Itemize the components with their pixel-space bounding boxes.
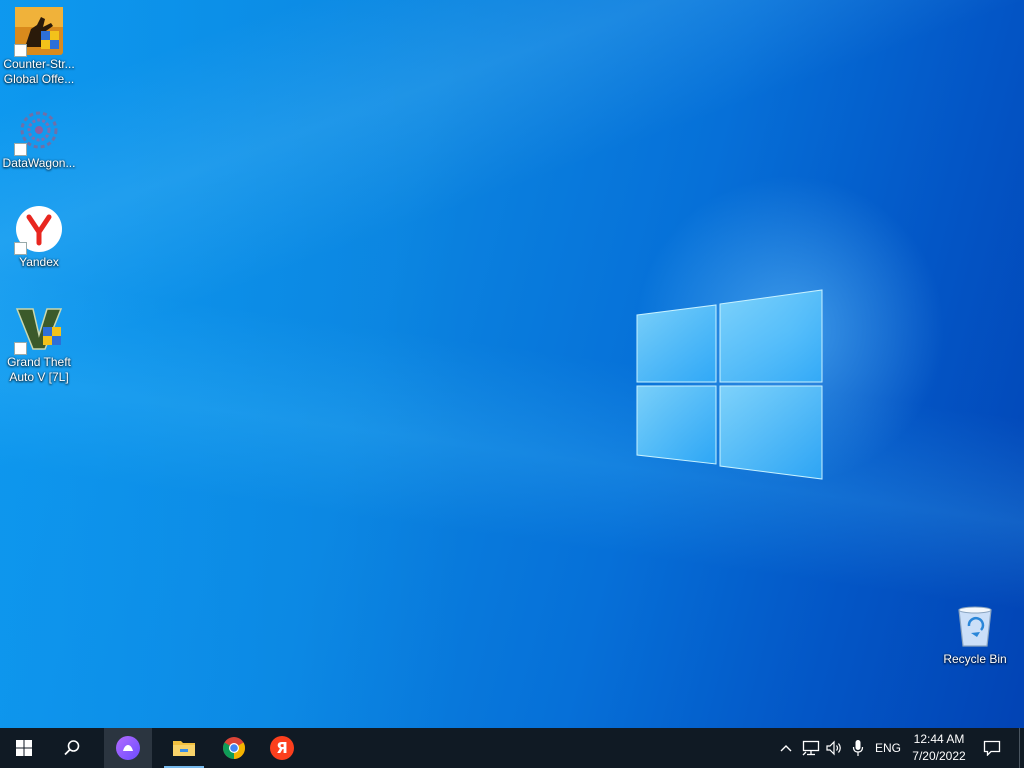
- alice-assistant-icon: [116, 736, 140, 760]
- desktop-icon-counter-strike[interactable]: Counter-Str... Global Offe...: [0, 7, 78, 87]
- shortcut-arrow-icon: [14, 242, 27, 255]
- gta-v-icon: [14, 305, 63, 355]
- clock-time: 12:44 AM: [913, 732, 965, 746]
- chevron-up-icon: [780, 745, 792, 752]
- chrome-button[interactable]: [210, 728, 258, 768]
- desktop-icon-label: Auto V [7L]: [9, 370, 69, 384]
- counter-strike-icon: [14, 7, 63, 57]
- language-indicator: ENG: [874, 741, 901, 755]
- windows-start-icon: [16, 740, 32, 756]
- desktop[interactable]: Counter-Str... Global Offe... DataWagon.…: [0, 0, 1024, 728]
- datawagon-icon: [14, 106, 63, 156]
- desktop-icon-label: Yandex: [19, 255, 59, 269]
- alice-assistant-button[interactable]: [104, 728, 152, 768]
- desktop-icon-label: DataWagon...: [2, 156, 76, 170]
- action-center-button[interactable]: [978, 728, 1006, 768]
- yandex-button[interactable]: Я: [258, 728, 306, 768]
- notification-icon: [983, 740, 1001, 756]
- desktop-icon-recycle-bin[interactable]: Recycle Bin: [936, 602, 1014, 667]
- network-icon: [802, 740, 820, 756]
- yandex-glyph: Я: [276, 739, 288, 757]
- show-hidden-icons-button[interactable]: [776, 728, 796, 768]
- shortcut-arrow-icon: [14, 342, 27, 355]
- chrome-icon: [223, 737, 245, 759]
- light-beam: [0, 0, 1024, 728]
- yandex-browser-icon: [14, 205, 63, 255]
- desktop-icon-label: Recycle Bin: [943, 652, 1007, 666]
- desktop-icon-yandex[interactable]: Yandex: [0, 205, 78, 270]
- desktop-icon-datawagon[interactable]: DataWagon...: [0, 106, 78, 171]
- recycle-bin-icon: [951, 602, 999, 650]
- light-beam: [0, 0, 1024, 728]
- start-button[interactable]: [0, 728, 48, 768]
- input-language-button[interactable]: ENG: [872, 728, 904, 768]
- folder-icon: [173, 741, 195, 756]
- shortcut-arrow-icon: [14, 44, 27, 57]
- show-desktop-button[interactable]: [1019, 728, 1024, 768]
- search-button[interactable]: [48, 728, 96, 768]
- desktop-icon-label: Counter-Str...: [3, 57, 75, 71]
- windows-logo-wallpaper: [636, 289, 823, 480]
- volume-icon: [826, 740, 841, 756]
- network-button[interactable]: [800, 728, 822, 768]
- light-beam: [0, 0, 1024, 728]
- search-icon: [64, 740, 80, 756]
- microphone-icon: [852, 740, 864, 756]
- file-explorer-button[interactable]: [160, 728, 208, 768]
- yandex-icon: Я: [270, 736, 294, 760]
- desktop-icon-label: Grand Theft: [7, 355, 71, 369]
- volume-button[interactable]: [824, 728, 846, 768]
- microphone-button[interactable]: [848, 728, 868, 768]
- shortcut-arrow-icon: [14, 143, 27, 156]
- desktop-icon-label: Global Offe...: [3, 72, 75, 86]
- clock-date: 7/20/2022: [912, 749, 966, 763]
- taskbar: Я ENG 12:44 AM 7/20/2022: [0, 728, 1024, 768]
- desktop-icon-gta-v[interactable]: Grand Theft Auto V [7L]: [0, 305, 78, 385]
- clock[interactable]: 12:44 AM 7/20/2022: [905, 731, 973, 765]
